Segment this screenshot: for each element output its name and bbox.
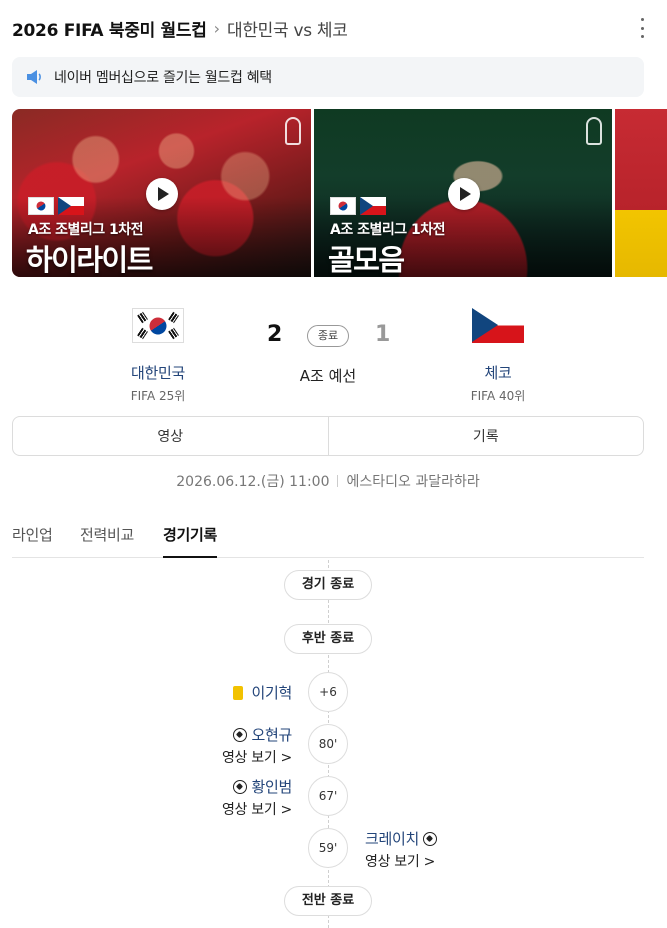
home-team-rank: FIFA 25위 <box>130 389 186 403</box>
czech-flag <box>472 308 524 343</box>
soccer-ball-icon <box>423 831 438 846</box>
chevron-right-icon: › <box>213 18 220 38</box>
match-round: A조 예선 <box>299 367 357 385</box>
video-flags <box>28 197 84 215</box>
header: 2026 FIFA 북중미 월드컵 › 대한민국 vs 체코 <box>12 14 652 42</box>
world-cup-trophy-icon <box>586 117 602 145</box>
more-vertical-icon[interactable] <box>638 18 646 38</box>
home-team-name[interactable]: 대한민국 <box>88 362 228 383</box>
tab-lineup[interactable]: 라인업 <box>12 524 53 558</box>
video-caption-small: A조 조별리그 1차전 <box>330 222 445 238</box>
video-card-highlight[interactable]: A조 조별리그 1차전 하이라이트 <box>12 109 311 277</box>
first-half-end-marker: 전반 종료 <box>284 886 372 916</box>
yellow-card-icon <box>233 685 244 700</box>
speaker-icon <box>27 70 41 84</box>
watch-video-link[interactable]: 영상 보기 > <box>222 799 292 819</box>
home-score: 2 <box>267 322 283 347</box>
world-cup-trophy-icon <box>285 117 301 145</box>
video-caption-large: 골모음 <box>328 243 405 277</box>
membership-banner[interactable]: 네이버 멤버십으로 즐기는 월드컵 혜택 <box>12 57 644 97</box>
away-team-rank: FIFA 40위 <box>470 389 526 403</box>
soccer-ball-icon <box>233 779 248 794</box>
czech-flag <box>360 197 386 215</box>
tab-record[interactable]: 경기기록 <box>163 524 217 558</box>
away-team: 체코 FIFA 40위 <box>428 308 568 404</box>
home-team: 대한민국 FIFA 25위 <box>88 308 228 404</box>
event-minute: +6 <box>308 672 348 712</box>
game-end-marker: 경기 종료 <box>284 570 372 600</box>
match-info: 2026.06.12.(금) 11:00 에스타디오 과달라하라 <box>0 471 656 491</box>
event-minute: 67' <box>308 776 348 816</box>
video-carousel[interactable]: A조 조별리그 1차전 하이라이트 A조 조별리그 1차전 골모음 <box>12 109 667 277</box>
record-button[interactable]: 기록 <box>327 417 644 455</box>
tab-compare[interactable]: 전력비교 <box>80 524 134 558</box>
video-caption-large: 하이라이트 <box>26 243 153 277</box>
tab-bar: 라인업 전력비교 경기기록 <box>12 516 644 558</box>
korea-flag <box>330 197 356 215</box>
event-goal: 오현규 영상 보기 > <box>222 724 292 767</box>
video-button[interactable]: 영상 <box>13 417 328 455</box>
play-icon[interactable] <box>146 178 178 210</box>
video-flags <box>330 197 386 215</box>
event-goal: 황인범 영상 보기 > <box>222 776 292 819</box>
event-minute: 80' <box>308 724 348 764</box>
status-badge: 종료 <box>307 325 349 347</box>
player-name[interactable]: 이기혁 <box>251 682 292 703</box>
banner-text: 네이버 멤버십으로 즐기는 월드컵 혜택 <box>54 70 272 86</box>
video-card-goals[interactable]: A조 조별리그 1차전 골모음 <box>314 109 612 277</box>
play-icon[interactable] <box>448 178 480 210</box>
player-name[interactable]: 오현규 <box>251 724 292 745</box>
competition-title[interactable]: 2026 FIFA 북중미 월드컵 <box>12 16 207 41</box>
korea-flag <box>28 197 54 215</box>
watch-video-link[interactable]: 영상 보기 > <box>365 851 437 871</box>
video-card-next[interactable] <box>615 109 667 277</box>
event-goal: 크레이치 영상 보기 > <box>365 828 438 871</box>
match-datetime: 2026.06.12.(금) 11:00 <box>176 474 330 490</box>
away-team-name[interactable]: 체코 <box>428 362 568 383</box>
second-half-end-marker: 후반 종료 <box>284 624 372 654</box>
match-venue: 에스타디오 과달라하라 <box>346 474 480 490</box>
event-minute: 59' <box>308 828 348 868</box>
match-title: 대한민국 vs 체코 <box>226 20 348 41</box>
player-name[interactable]: 황인범 <box>251 776 292 797</box>
czech-flag <box>58 197 84 215</box>
media-button-group: 영상 기록 <box>12 416 644 456</box>
korea-flag <box>132 308 184 343</box>
video-caption-small: A조 조별리그 1차전 <box>28 222 143 238</box>
soccer-ball-icon <box>233 727 248 742</box>
watch-video-link[interactable]: 영상 보기 > <box>222 747 292 767</box>
away-score: 1 <box>375 322 391 347</box>
player-name[interactable]: 크레이치 <box>365 828 419 849</box>
event-yellow-card: 이기혁 <box>233 682 292 703</box>
divider <box>337 475 339 487</box>
